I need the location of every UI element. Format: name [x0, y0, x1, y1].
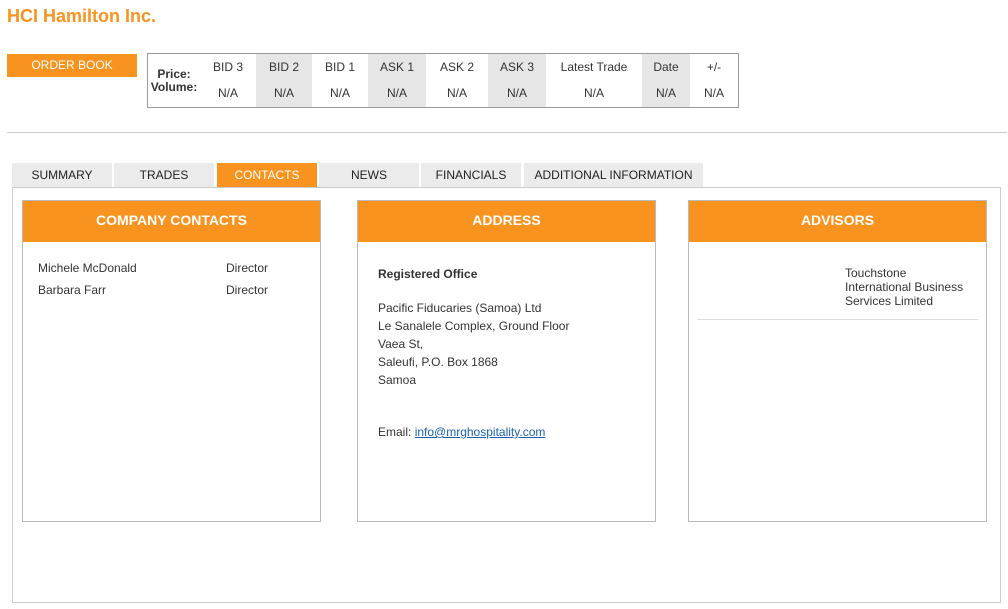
email-label: Email: — [378, 425, 412, 439]
tab-news[interactable]: NEWS — [319, 163, 419, 187]
price-label: Price: — [157, 66, 191, 81]
contact-name: Michele McDonald — [38, 261, 137, 275]
contact-row: Michele McDonald Director — [38, 261, 308, 277]
header-latest-trade: Latest Trade — [560, 59, 628, 74]
company-contacts-panel: COMPANY CONTACTS Michele McDonald Direct… — [22, 200, 321, 522]
tab-contacts[interactable]: CONTACTS — [217, 163, 317, 187]
registered-office-label: Registered Office — [378, 267, 478, 281]
address-panel: ADDRESS Registered Office Pacific Fiduca… — [357, 200, 656, 522]
tab-additional-information[interactable]: ADDITIONAL INFORMATION — [524, 163, 703, 187]
volume-label: Volume: — [150, 79, 198, 94]
address-line: Pacific Fiducaries (Samoa) Ltd — [378, 301, 542, 315]
value-ask-2: N/A — [446, 86, 467, 101]
address-line: Saleufi, P.O. Box 1868 — [378, 355, 498, 369]
advisors-title: ADVISORS — [689, 201, 986, 242]
header-bid-2: BID 2 — [256, 54, 312, 80]
order-book-table: Price: Volume: BID 3 BID 2 BID 1 ASK 1 A… — [147, 53, 739, 108]
value-bid-2: N/A — [256, 79, 312, 107]
address-line: Samoa — [378, 373, 417, 387]
tab-trades[interactable]: TRADES — [114, 163, 214, 187]
contact-name: Barbara Farr — [38, 283, 107, 297]
advisor-name: Touchstone International Business Servic… — [845, 266, 964, 308]
value-change: N/A — [703, 86, 724, 101]
order-book-button[interactable]: ORDER BOOK — [7, 54, 137, 77]
advisors-panel: ADVISORS Touchstone International Busine… — [688, 200, 987, 522]
header-bid-1: BID 1 — [324, 59, 355, 74]
email-line: Email: info@mrghospitality.com — [378, 423, 569, 441]
section-divider — [7, 132, 1007, 133]
address-line: Vaea St, — [378, 337, 424, 351]
contact-role: Director — [226, 283, 269, 297]
value-date: N/A — [642, 79, 690, 107]
value-bid-3: N/A — [217, 86, 238, 101]
address-line: Le Sanalele Complex, Ground Floor — [378, 319, 570, 333]
address-title: ADDRESS — [358, 201, 655, 242]
header-ask-3: ASK 3 — [488, 54, 546, 80]
order-book-row-labels: Price: Volume: — [148, 54, 200, 107]
address-block: Registered Office Pacific Fiducaries (Sa… — [378, 265, 569, 441]
company-contacts-title: COMPANY CONTACTS — [23, 201, 320, 242]
value-bid-1: N/A — [329, 86, 350, 101]
contact-role: Director — [226, 261, 269, 275]
tab-summary[interactable]: SUMMARY — [12, 163, 112, 187]
header-date: Date — [642, 54, 690, 80]
contact-row: Barbara Farr Director — [38, 283, 308, 299]
company-title: HCI Hamilton Inc. — [7, 6, 157, 26]
email-link[interactable]: info@mrghospitality.com — [415, 425, 546, 439]
value-ask-1: N/A — [368, 79, 426, 107]
tab-financials[interactable]: FINANCIALS — [421, 163, 521, 187]
header-bid-3: BID 3 — [212, 59, 243, 74]
advisor-divider — [697, 319, 978, 320]
header-ask-2: ASK 2 — [439, 59, 475, 74]
header-change: +/- — [706, 59, 722, 74]
value-ask-3: N/A — [488, 79, 546, 107]
value-latest-trade: N/A — [583, 86, 604, 101]
header-ask-1: ASK 1 — [368, 54, 426, 80]
